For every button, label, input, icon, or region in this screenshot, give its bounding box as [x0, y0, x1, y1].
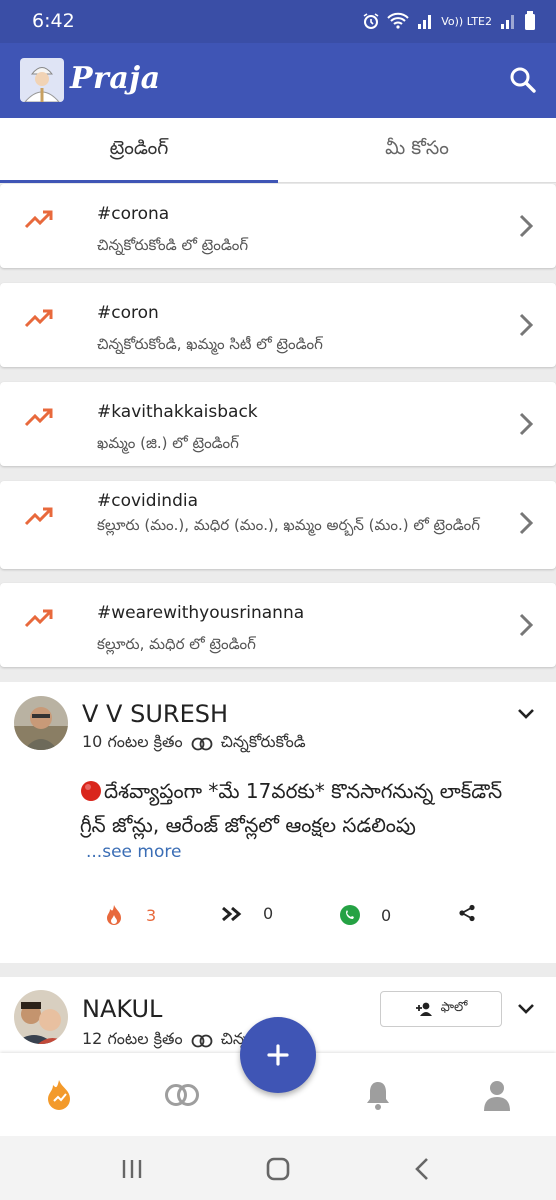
whatsapp-count: 0: [381, 905, 392, 925]
trending-item[interactable]: #covidindia కల్లూరు (మం.), మధిర (మం.), ఖ…: [0, 481, 556, 569]
chevron-right-icon: [519, 313, 534, 337]
trending-location: చిన్నకోరుకోండి లో ట్రెండింగ్: [97, 236, 249, 254]
fire-icon: [48, 1080, 70, 1110]
follow-label: ఫాలో: [440, 1000, 468, 1015]
plus-icon: [267, 1044, 289, 1066]
trending-location: చిన్నకోరుకోండి, ఖమ్మం సిటీ లో ట్రెండింగ్: [97, 335, 323, 353]
trending-tag: #corona: [97, 204, 170, 224]
tab-trending[interactable]: ట్రెండింగ్: [0, 118, 278, 182]
wifi-icon: [387, 12, 409, 29]
chevron-right-icon: [519, 613, 534, 637]
add-person-icon: [415, 1002, 432, 1016]
trending-location: కల్లూరు, మధిర లో ట్రెండింగ్: [97, 635, 256, 653]
chevron-right-icon: [519, 214, 534, 238]
chevron-right-icon: [519, 511, 534, 535]
trending-up-icon: [24, 309, 53, 328]
active-tab-indicator: [0, 180, 278, 183]
trending-tag: #coron: [97, 303, 159, 323]
trending-up-icon: [24, 507, 53, 526]
post-text: దేశవ్యాప్తంగా *మే 17వరకు* కొనసాగనున్న లా…: [80, 774, 550, 842]
home-icon[interactable]: [263, 1154, 293, 1184]
red-circle-icon: [81, 781, 101, 801]
trending-item[interactable]: #kavithakkaisback ఖమ్మం (జి.) లో ట్రెండి…: [0, 382, 556, 466]
share-icon: [459, 904, 475, 922]
fire-icon: [107, 905, 121, 925]
tab-bar: ట్రెండింగ్ మీ కోసం: [0, 118, 556, 183]
avatar[interactable]: [14, 696, 68, 750]
status-icons: Vo)) LTE2: [362, 11, 536, 31]
tab-for-you[interactable]: మీ కోసం: [278, 118, 556, 182]
forward-count: 0: [263, 904, 274, 923]
search-icon[interactable]: [510, 67, 536, 93]
create-post-button[interactable]: [240, 1017, 316, 1093]
location-icon: [191, 737, 212, 750]
nav-trending[interactable]: [39, 1075, 79, 1115]
post-time: 10 గంటల క్రితం: [82, 732, 183, 751]
network-label: Vo)) LTE2: [441, 14, 492, 28]
post-actions: 3 0 0: [0, 904, 556, 932]
chevron-down-icon[interactable]: [516, 999, 536, 1019]
trending-up-icon: [24, 408, 53, 427]
share-button[interactable]: [458, 904, 476, 922]
nav-notifications[interactable]: [358, 1075, 398, 1115]
trending-item[interactable]: #coron చిన్నకోరుకోండి, ఖమ్మం సిటీ లో ట్ర…: [0, 283, 556, 367]
signal-icon: [418, 15, 432, 29]
avatar[interactable]: [14, 990, 68, 1044]
app-title: Praja: [70, 61, 161, 96]
bell-icon: [367, 1082, 389, 1110]
post-time: 12 గంటల క్రితం: [82, 1029, 183, 1048]
trending-item[interactable]: #wearewithyousrinanna కల్లూరు, మధిర లో ట…: [0, 583, 556, 667]
nav-locations[interactable]: [162, 1075, 202, 1115]
trending-tag: #kavithakkaisback: [97, 402, 258, 422]
signal-icon: [501, 15, 514, 29]
system-navigation-bar: [0, 1136, 556, 1200]
status-bar: 6:42 Vo)) LTE2: [0, 0, 556, 43]
whatsapp-share-button[interactable]: 0: [339, 904, 391, 926]
trending-tag: #wearewithyousrinanna: [97, 603, 305, 623]
app-logo: [20, 58, 64, 102]
battery-icon: [525, 11, 535, 30]
post-card: V V SURESH 10 గంటల క్రితం చిన్నకోరుకోండి…: [0, 682, 556, 963]
post-author[interactable]: V V SURESH: [82, 700, 228, 728]
double-chevron-right-icon: [222, 906, 242, 921]
share-forward-button[interactable]: 0: [221, 904, 273, 923]
post-meta: 10 గంటల క్రితం చిన్నకోరుకోండి: [82, 732, 306, 755]
location-icon: [191, 1034, 212, 1047]
like-button[interactable]: 3: [104, 904, 156, 926]
trending-item[interactable]: #corona చిన్నకోరుకోండి లో ట్రెండింగ్: [0, 184, 556, 268]
chevron-down-icon[interactable]: [516, 704, 536, 724]
trending-up-icon: [24, 609, 53, 628]
back-icon[interactable]: [408, 1154, 438, 1184]
nav-profile[interactable]: [477, 1075, 517, 1115]
tab-for-you-label: మీ కోసం: [385, 136, 449, 159]
whatsapp-icon: [340, 905, 360, 925]
tab-trending-label: ట్రెండింగ్: [109, 136, 169, 159]
trending-up-icon: [24, 210, 53, 229]
follow-button[interactable]: ఫాలో: [380, 991, 502, 1027]
see-more-link[interactable]: ...see more: [86, 842, 181, 862]
chevron-right-icon: [519, 412, 534, 436]
post-text-line1: దేశవ్యాప్తంగా *మే 17వరకు* కొనసాగనున్న లా…: [104, 779, 503, 803]
profile-icon: [484, 1081, 510, 1111]
rings-icon: [165, 1084, 199, 1106]
trending-tag: #covidindia: [97, 491, 198, 511]
post-location[interactable]: చిన్నకోరుకోండి: [221, 732, 306, 755]
app-header: Praja: [0, 43, 556, 118]
trending-location: కల్లూరు (మం.), మధిర (మం.), ఖమ్మం అర్బన్ …: [97, 516, 480, 534]
alarm-icon: [363, 13, 379, 29]
trending-location: ఖమ్మం (జి.) లో ట్రెండింగ్: [97, 434, 239, 452]
post-author[interactable]: NAKUL: [82, 995, 162, 1023]
like-count: 3: [146, 905, 157, 925]
recent-apps-icon[interactable]: [117, 1154, 147, 1184]
status-time: 6:42: [32, 10, 75, 32]
post-text-line2: గ్రీన్ జోన్లు, ఆరేంజ్ జోన్లలో ఆంక్షల సడల…: [80, 813, 416, 837]
